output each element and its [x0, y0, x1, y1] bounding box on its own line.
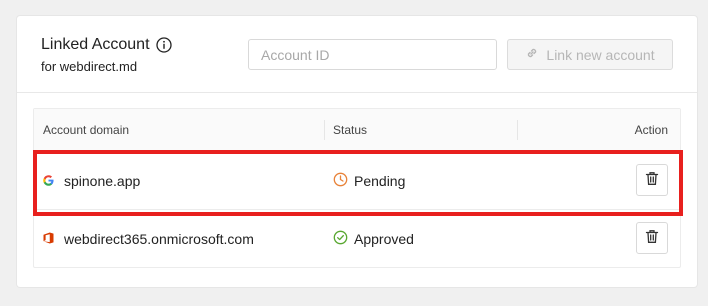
- link-new-account-button[interactable]: Link new account: [507, 39, 673, 70]
- account-domain-cell: webdirect365.onmicrosoft.com: [43, 210, 254, 267]
- check-circle-icon: [333, 230, 348, 248]
- account-domain: spinone.app: [64, 172, 141, 189]
- column-header-account-domain: Account domain: [43, 123, 130, 137]
- status-cell: Approved: [333, 210, 414, 267]
- trash-icon: [645, 171, 659, 189]
- account-id-input[interactable]: [248, 39, 497, 70]
- clock-icon: [333, 172, 348, 190]
- link-icon: [525, 46, 539, 63]
- link-button-label: Link new account: [546, 46, 655, 63]
- status-badge: Approved: [354, 230, 414, 247]
- status-badge: Pending: [354, 172, 406, 189]
- status-cell: Pending: [333, 152, 405, 209]
- page-title: Linked Account: [41, 36, 150, 53]
- table-row: spinone.app Pending: [34, 152, 680, 210]
- card-header: Linked Account for webdirect.md Account …: [17, 16, 697, 93]
- title-row: Linked Account: [41, 36, 172, 54]
- accounts-table: Account domain Status Action spinone.app: [33, 108, 681, 268]
- column-header-action: Action: [634, 123, 668, 137]
- delete-button[interactable]: [636, 164, 668, 196]
- page-subtitle: for webdirect.md: [41, 59, 138, 74]
- trash-icon: [645, 229, 659, 247]
- table-row: webdirect365.onmicrosoft.com Approved: [34, 210, 680, 267]
- column-divider: [517, 120, 518, 140]
- google-icon: [43, 173, 54, 189]
- account-domain-cell: spinone.app: [43, 152, 140, 209]
- column-header-status: Status: [333, 123, 368, 137]
- microsoft-office-icon: [43, 231, 54, 247]
- column-divider: [324, 120, 325, 140]
- table-header: Account domain Status Action: [34, 109, 680, 152]
- info-icon[interactable]: [155, 37, 172, 53]
- account-domain: webdirect365.onmicrosoft.com: [64, 230, 254, 247]
- delete-button[interactable]: [636, 222, 668, 254]
- linked-account-card: Linked Account for webdirect.md Account …: [17, 16, 697, 287]
